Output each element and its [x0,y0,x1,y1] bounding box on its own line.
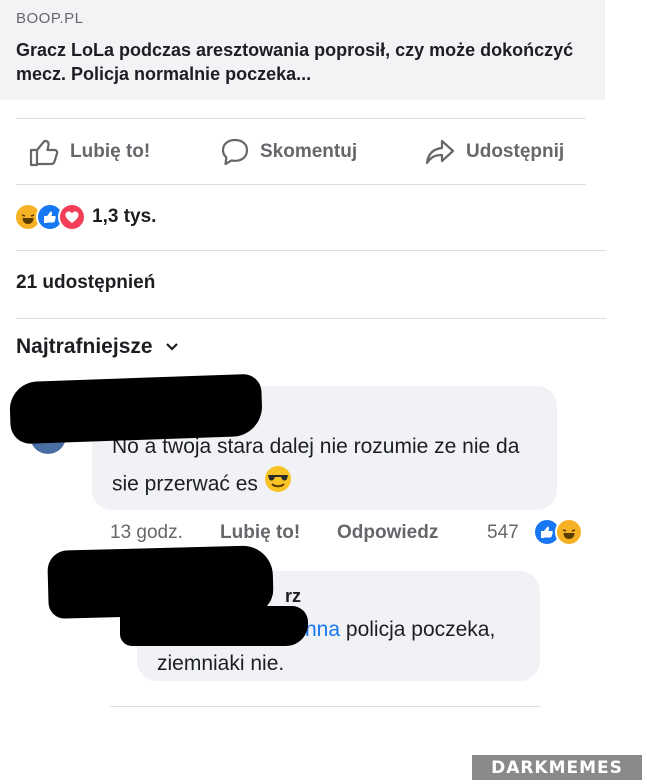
like-label: Lubię to! [70,141,151,162]
sunglasses-emoji-icon [264,465,292,505]
love-icon [58,203,86,231]
watermark-logo: DARKMEMES [472,755,642,780]
comment-time[interactable]: 13 godz. [110,522,183,544]
divider [16,118,586,119]
share-button[interactable]: Udostępnij [424,120,564,184]
chevron-down-icon [165,343,178,351]
sort-label: Najtrafniejsze [16,335,153,358]
link-source: BOOP.PL [16,10,84,27]
post-actions-bar: Lubię to! Skomentuj Udostępnij [0,120,605,184]
comment-bubble-icon [221,138,249,166]
reply-author-fragment[interactable]: rz [285,586,301,607]
share-label: Udostępnij [466,141,565,162]
comment-text: No a twoja stara dalej nie rozumie ze ni… [112,428,552,505]
mention-link[interactable]: nna [305,618,340,641]
redaction-mark [120,606,308,646]
link-preview-card[interactable]: BOOP.PL Gracz LoLa podczas aresztowania … [0,0,605,100]
thumbs-up-icon [29,139,59,167]
reactions-summary[interactable]: 1,3 tys. [14,203,156,231]
shares-count[interactable]: 21 udostępnień [16,272,155,294]
share-arrow-icon [425,139,455,165]
comment-button[interactable]: Skomentuj [220,120,357,184]
comment-sort-dropdown[interactable]: Najtrafniejsze [16,335,179,359]
divider [16,184,586,185]
link-title[interactable]: Gracz LoLa podczas aresztowania poprosił… [16,38,586,86]
reaction-count: 1,3 tys. [92,206,157,227]
comment-label: Skomentuj [260,141,358,162]
divider [110,706,540,707]
divider [16,318,606,319]
like-button[interactable]: Lubię to! [28,120,150,184]
redaction-mark [8,373,264,445]
comment-reaction-count: 547 [487,522,519,543]
comment-reactions[interactable] [533,518,583,546]
comment-like-button[interactable]: Lubię to! [220,522,300,544]
haha-icon [555,518,583,546]
comment-reply-button[interactable]: Odpowiedz [337,522,438,544]
divider [16,250,606,251]
